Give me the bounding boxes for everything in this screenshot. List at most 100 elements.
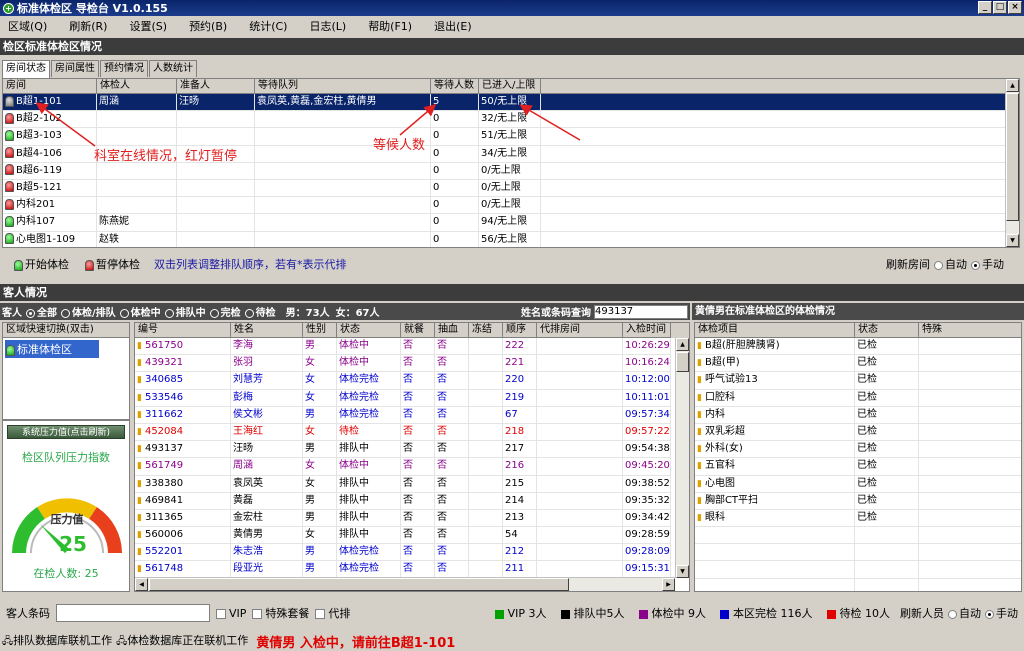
- col-item-status[interactable]: 状态: [855, 323, 919, 338]
- col-room[interactable]: 房间: [3, 79, 97, 94]
- menu-exit[interactable]: 退出(E): [434, 18, 472, 34]
- room-row[interactable]: B超3-103 0 51/无上限: [3, 128, 1019, 146]
- search-input[interactable]: [594, 304, 688, 319]
- pressure-refresh-button[interactable]: 系统压力值(点击刷新): [7, 425, 125, 439]
- annotation-waiting: 等候人数: [373, 138, 426, 153]
- room-row[interactable]: 心电图1-109 赵轶 0 56/无上限: [3, 231, 1019, 247]
- menu-booking[interactable]: 预约(B): [189, 18, 227, 34]
- tab-room-props[interactable]: 房间属性: [51, 60, 99, 77]
- customer-row[interactable]: ▮ 469841 黄磊男排队中否否 214 09:35:32: [135, 492, 689, 510]
- tab-people-stats[interactable]: 人数统计: [149, 60, 197, 77]
- menu-stats[interactable]: 统计(C): [249, 18, 287, 34]
- tab-room-status[interactable]: 房间状态: [2, 60, 50, 78]
- maximize-button[interactable]: □: [993, 1, 1007, 14]
- legend-swatch: [494, 609, 504, 619]
- menu-log[interactable]: 日志(L): [309, 18, 346, 34]
- room-row[interactable]: B超2-102 0 32/无上限: [3, 111, 1019, 129]
- customer-row[interactable]: ▮ 452084 王海红女待检否否 218 09:57:22: [135, 423, 689, 442]
- menu-bar: 区域(Q) 刷新(R) 设置(S) 预约(B) 统计(C) 日志(L) 帮助(F…: [0, 16, 1024, 36]
- customer-row[interactable]: ▮ 493137 汪旸男排队中否否 217 09:54:38: [135, 441, 689, 459]
- vip-checkbox[interactable]: VIP: [210, 607, 246, 620]
- legend-item: 待检 10人: [826, 605, 890, 621]
- room-row[interactable]: 内科107 陈燕妮 0 94/无上限: [3, 214, 1019, 232]
- customer-row[interactable]: ▮ 311365 金宏柱男排队中否否 213 09:34:42: [135, 509, 689, 528]
- customer-row[interactable]: ▮ 340685 刘慧芳女体检完检否否 220 10:12:00: [135, 372, 689, 390]
- customer-row[interactable]: ▮ 561749 周涵女体检中否否 216 09:45:20: [135, 458, 689, 476]
- people-manual-radio[interactable]: 手动: [981, 605, 1018, 621]
- tab-booking[interactable]: 预约情况: [100, 60, 148, 77]
- customer-scrollbar[interactable]: ▲ ▼: [675, 338, 689, 578]
- detail-row[interactable]: ▮ 眼科 已检: [695, 509, 1021, 528]
- menu-help[interactable]: 帮助(F1): [368, 18, 412, 34]
- detail-row[interactable]: ▮ 双乳彩超 已检: [695, 423, 1021, 442]
- area-item-standard[interactable]: 标准体检区: [5, 340, 99, 358]
- room-row[interactable]: B超6-119 0 0/无上限: [3, 162, 1019, 180]
- room-row[interactable]: B超1-101 周涵 汪旸 袁凤英,黄磊,金宏柱,黄倩男 5 50/无上限: [3, 94, 1019, 112]
- col-special[interactable]: 特殊: [919, 323, 1021, 338]
- col-status[interactable]: 状态: [337, 323, 401, 338]
- col-blood[interactable]: 抽血: [435, 323, 469, 338]
- barcode-input[interactable]: [56, 604, 210, 622]
- people-auto-radio[interactable]: 自动: [944, 605, 981, 621]
- room-name: 内科201: [3, 197, 97, 215]
- col-prepare[interactable]: 准备人: [177, 79, 255, 94]
- close-button[interactable]: ×: [1008, 1, 1022, 14]
- annotation-online: 科室在线情况，红灯暂停: [94, 149, 238, 164]
- room-auto-radio[interactable]: 自动: [930, 256, 967, 272]
- customer-hscroll[interactable]: ◀ ▶: [135, 577, 675, 591]
- col-id[interactable]: 编号: [135, 323, 231, 338]
- special-package-checkbox[interactable]: 特殊套餐: [246, 605, 309, 621]
- col-examinee[interactable]: 体检人: [97, 79, 177, 94]
- detail-row[interactable]: ▮ B超(肝胆脾胰肾) 已检: [695, 338, 1021, 356]
- col-frozen[interactable]: 冻结: [469, 323, 503, 338]
- person-icon: ▮: [137, 392, 142, 403]
- filter-in-exam[interactable]: 体检中: [116, 304, 161, 319]
- legend-item: 体检中 9人: [638, 605, 706, 621]
- col-proxy-room[interactable]: 代排房间: [537, 323, 623, 338]
- room-manual-radio[interactable]: 手动: [967, 256, 1004, 272]
- menu-refresh[interactable]: 刷新(R): [69, 18, 107, 34]
- customer-row[interactable]: ▮ 338380 袁凤英女排队中否否 215 09:38:52: [135, 475, 689, 493]
- col-order[interactable]: 顺序: [503, 323, 537, 338]
- filter-all[interactable]: 全部: [22, 304, 57, 319]
- menu-settings[interactable]: 设置(S): [129, 18, 167, 34]
- col-time[interactable]: 入检时间: [623, 323, 671, 338]
- customer-row[interactable]: ▮ 311662 侯文彬男体检完检否否 67 09:57:34: [135, 406, 689, 424]
- customer-row[interactable]: ▮ 439321 张羽女体检中否否 221 10:16:24: [135, 355, 689, 373]
- filter-pending[interactable]: 待检: [241, 304, 276, 319]
- filter-done[interactable]: 完检: [206, 304, 241, 319]
- detail-row[interactable]: ▮ 口腔科 已检: [695, 389, 1021, 407]
- detail-row[interactable]: ▮ 外科(女) 已检: [695, 441, 1021, 459]
- detail-row[interactable]: ▮ 心电图 已检: [695, 475, 1021, 493]
- minimize-button[interactable]: _: [978, 1, 992, 14]
- room-row[interactable]: 内科201 0 0/无上限: [3, 197, 1019, 215]
- customer-row[interactable]: ▮ 552201 朱志浩男体检完检否否 212 09:28:09: [135, 544, 689, 562]
- pressure-panel: 系统压力值(点击刷新) 检区队列压力指数 压力值 25 在检人数: 25: [2, 420, 130, 592]
- start-exam-button[interactable]: 开始体检: [14, 256, 69, 272]
- room-scrollbar[interactable]: ▲ ▼: [1005, 79, 1019, 247]
- detail-row[interactable]: ▮ 呼气试验13 已检: [695, 372, 1021, 390]
- room-status-light-icon: [5, 233, 14, 244]
- col-name[interactable]: 姓名: [231, 323, 303, 338]
- detail-row[interactable]: ▮ 五官科 已检: [695, 458, 1021, 476]
- col-meal[interactable]: 就餐: [401, 323, 435, 338]
- col-sex[interactable]: 性别: [303, 323, 337, 338]
- menu-area[interactable]: 区域(Q): [8, 18, 47, 34]
- customer-row[interactable]: ▮ 533546 彭梅女体检完检否否 219 10:11:01: [135, 389, 689, 407]
- detail-row[interactable]: ▮ 胸部CT平扫 已检: [695, 492, 1021, 510]
- detail-row[interactable]: ▮ B超(甲) 已检: [695, 355, 1021, 373]
- person-icon: ▮: [137, 530, 142, 541]
- detail-row[interactable]: ▮ 内科 已检: [695, 406, 1021, 424]
- col-item[interactable]: 体检项目: [695, 323, 855, 338]
- col-queue[interactable]: 等待队列: [255, 79, 431, 94]
- customer-row[interactable]: ▮ 560006 黄倩男女排队中否否 54 09:28:59: [135, 527, 689, 545]
- room-row[interactable]: B超5-121 0 0/无上限: [3, 179, 1019, 198]
- item-icon: ▮: [697, 444, 702, 455]
- proxy-checkbox[interactable]: 代排: [309, 605, 350, 621]
- filter-exam-queue[interactable]: 体检/排队: [57, 304, 116, 319]
- col-waiting[interactable]: 等待人数: [431, 79, 479, 94]
- filter-queueing[interactable]: 排队中: [161, 304, 206, 319]
- col-entered[interactable]: 已进入/上限: [479, 79, 541, 94]
- customer-row[interactable]: ▮ 561750 李海男体检中否否 222 10:26:29: [135, 338, 689, 356]
- pause-exam-button[interactable]: 暂停体检: [85, 256, 140, 272]
